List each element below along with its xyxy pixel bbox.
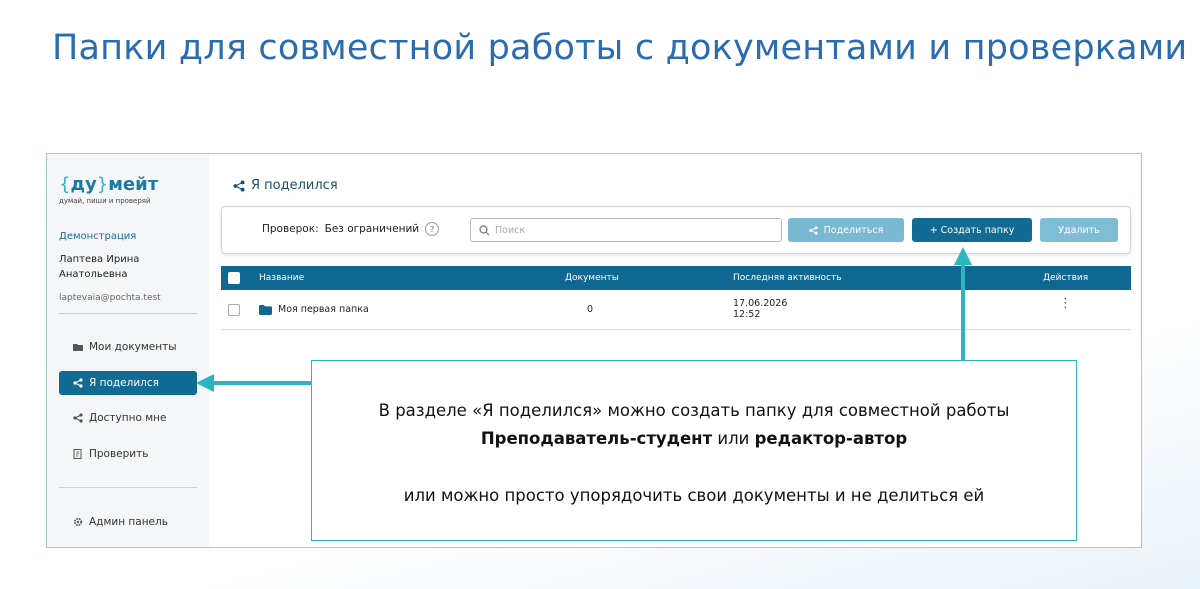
sidebar-item-label: Я поделился <box>89 377 159 389</box>
help-icon[interactable]: ? <box>425 222 440 236</box>
page-title: Я поделился <box>233 178 338 193</box>
quota-label: Проверок: <box>262 223 319 235</box>
share-button-label: Поделиться <box>823 224 884 236</box>
sidebar-item-label: Доступно мне <box>89 412 167 424</box>
sidebar: {ду}мейт думай, пиши и проверяй Демонстр… <box>47 154 209 547</box>
user-name: Лаптева Ирина Анатольевна <box>59 254 140 280</box>
share-icon <box>233 179 245 192</box>
last-activity-time: 12:52 <box>733 309 761 320</box>
folder-name: Моя первая папка <box>278 304 369 315</box>
gear-icon <box>71 517 85 527</box>
sidebar-divider <box>59 487 197 488</box>
sidebar-item-available-to-me[interactable]: Доступно мне <box>59 406 197 430</box>
logo: {ду}мейт думай, пиши и проверяй <box>59 174 159 206</box>
check-doc-icon <box>71 449 85 459</box>
folder-name-cell[interactable]: Моя первая папка <box>259 304 369 315</box>
delete-button[interactable]: Удалить <box>1040 218 1118 242</box>
column-header-documents[interactable]: Документы <box>565 273 619 283</box>
table-row[interactable]: Моя первая папка 0 17.06.2026 12:52 ⋮ <box>221 290 1131 330</box>
logo-wordmark: {ду}мейт <box>59 174 159 195</box>
share-button[interactable]: Поделиться <box>788 218 904 242</box>
toolbar: Проверок: Без ограничений ? Поделиться +… <box>221 206 1131 254</box>
page-title-text: Я поделился <box>251 178 338 193</box>
callout-line-2: Преподаватель-студент или редактор-автор <box>480 429 908 448</box>
share-icon <box>71 413 85 423</box>
callout-box: В разделе «Я поделился» можно создать па… <box>311 360 1077 541</box>
sidebar-item-check[interactable]: Проверить <box>59 442 197 466</box>
column-header-name[interactable]: Название <box>259 273 304 283</box>
last-activity-date: 17.06.2026 <box>733 298 788 309</box>
folder-icon <box>259 304 272 315</box>
share-icon <box>71 378 85 388</box>
demo-label: Демонстрация <box>59 231 137 242</box>
slide-title: Папки для совместной работы с документам… <box>52 28 1188 68</box>
sidebar-item-label: Мои документы <box>89 341 177 353</box>
sidebar-divider <box>59 313 197 314</box>
create-folder-button[interactable]: + Создать папку <box>912 218 1032 242</box>
sidebar-item-admin-panel[interactable]: Админ панель <box>59 510 197 534</box>
sidebar-item-shared-by-me[interactable]: Я поделился <box>59 371 197 395</box>
callout-line-3: или можно просто упорядочить свои докуме… <box>403 486 985 505</box>
table-header: Название Документы Последняя активность … <box>221 266 1131 290</box>
select-all-checkbox[interactable] <box>228 272 240 284</box>
user-email: laptevaia@pochta.test <box>59 293 161 303</box>
column-header-actions: Действия <box>1043 273 1089 283</box>
share-icon <box>809 225 818 235</box>
last-activity: 17.06.2026 12:52 <box>733 298 787 320</box>
documents-count: 0 <box>587 304 594 315</box>
search-box <box>470 218 782 242</box>
sidebar-item-my-documents[interactable]: Мои документы <box>59 335 197 359</box>
logo-tagline: думай, пиши и проверяй <box>59 197 151 205</box>
more-actions-icon[interactable]: ⋮ <box>1059 297 1072 310</box>
sidebar-item-label: Проверить <box>89 448 149 460</box>
quota-info: Проверок: Без ограничений ? <box>262 222 440 236</box>
folder-open-icon <box>71 343 85 352</box>
row-checkbox[interactable] <box>228 304 240 316</box>
sidebar-item-label: Админ панель <box>89 516 168 528</box>
column-header-last-activity[interactable]: Последняя активность <box>733 273 842 283</box>
search-icon <box>479 224 490 235</box>
quota-value: Без ограничений <box>324 223 420 235</box>
callout-line-1: В разделе «Я поделился» можно создать па… <box>378 401 1010 420</box>
search-input[interactable] <box>495 224 775 236</box>
